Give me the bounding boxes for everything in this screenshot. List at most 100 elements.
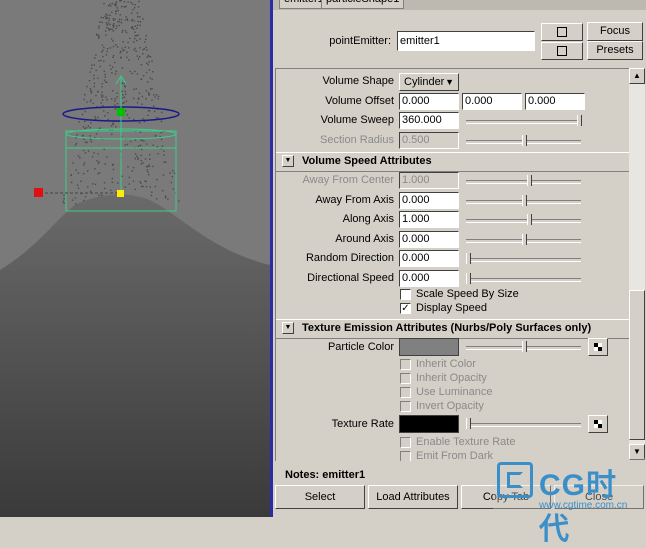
speed-attribute-row: Away From Axis 0.000: [276, 191, 632, 211]
load-input-button[interactable]: [541, 23, 583, 41]
collapse-triangle-icon[interactable]: ▼: [282, 322, 294, 334]
tab-bar: emitter1 particleShape1: [273, 0, 646, 10]
tab-particleshape1[interactable]: particleShape1: [321, 0, 405, 9]
load-output-button[interactable]: [541, 42, 583, 60]
volume-offset-y-field[interactable]: 0.000: [462, 93, 522, 110]
inherit-color-label: Inherit Color: [416, 358, 476, 370]
presets-button[interactable]: Presets: [587, 41, 643, 60]
use-luminance-label: Use Luminance: [416, 386, 493, 398]
emit-from-dark-checkbox: [400, 451, 411, 461]
around-axis-field[interactable]: 0.000: [399, 230, 459, 248]
random-direction-label: Random Direction: [305, 252, 394, 265]
focus-button[interactable]: Focus: [587, 22, 643, 41]
texture-rate-slider[interactable]: [466, 418, 581, 430]
attribute-editor: emitter1 particleShape1 pointEmitter: em…: [273, 0, 646, 517]
map-texture-button[interactable]: [588, 338, 608, 356]
display-speed-label: Display Speed: [416, 302, 487, 314]
scroll-up-arrow-icon[interactable]: ▲: [629, 68, 645, 84]
use-luminance-checkbox: [400, 387, 411, 398]
terrain-surface: [0, 194, 270, 517]
volume-offset-label: Volume Offset: [325, 95, 394, 107]
away-from-axis-label: Away From Axis: [315, 193, 394, 206]
section-radius-row: Section Radius 0.500: [276, 131, 632, 151]
along-axis-slider[interactable]: [466, 214, 581, 226]
speed-attribute-row: Around Axis 0.000: [276, 230, 632, 250]
particle-color-label: Particle Color: [327, 341, 394, 353]
volume-shape-row: Volume Shape Cylinder ▼: [276, 72, 632, 92]
site-watermark: CG时代 www.cgtime.com.cn: [493, 458, 646, 546]
slider-knob[interactable]: [466, 418, 471, 429]
away-from-axis-slider[interactable]: [466, 194, 581, 207]
volume-speed-section-header[interactable]: ▼ Volume Speed Attributes: [276, 152, 632, 172]
inherit-color-checkbox: [400, 359, 411, 370]
emitter-manipulator[interactable]: [34, 75, 180, 212]
section-radius-field: 0.500: [399, 132, 459, 149]
texture-rate-swatch[interactable]: [399, 415, 459, 433]
speed-attribute-row: Random Direction 0.000: [276, 249, 632, 269]
texture-emission-section-header[interactable]: ▼ Texture Emission Attributes (Nurbs/Pol…: [276, 319, 632, 339]
around-axis-slider[interactable]: [466, 233, 581, 246]
speed-attribute-row: Directional Speed 0.000: [276, 269, 632, 289]
display-speed-checkbox[interactable]: ✓: [400, 303, 411, 314]
viewport-scene: [0, 0, 270, 517]
volume-shape-label: Volume Shape: [322, 75, 394, 87]
section-title: Volume Speed Attributes: [302, 155, 432, 167]
volume-shape-value: Cylinder: [404, 76, 445, 88]
invert-opacity-checkbox: [400, 401, 411, 412]
slider-knob[interactable]: [521, 341, 527, 352]
slider-knob[interactable]: [521, 233, 527, 245]
texture-rate-row: Texture Rate: [276, 414, 632, 434]
slider-knob[interactable]: [521, 194, 527, 206]
section-radius-label: Section Radius: [320, 134, 394, 146]
slider-knob[interactable]: [527, 214, 533, 226]
inherit-opacity-checkbox: [400, 373, 411, 384]
along-axis-label: Along Axis: [342, 213, 394, 226]
load-input-icon: [557, 27, 567, 37]
particle-color-swatch[interactable]: [399, 338, 459, 356]
inherit-opacity-label: Inherit Opacity: [416, 372, 487, 384]
particle-color-row: Particle Color: [276, 337, 632, 357]
volume-sweep-field[interactable]: 360.000: [399, 112, 459, 129]
vertical-scrollbar[interactable]: ▲ ▼: [629, 68, 645, 460]
section-radius-slider: [466, 135, 581, 147]
slider-knob: [527, 175, 533, 186]
speed-attribute-row: Away From Center 1.000: [276, 171, 632, 191]
attribute-scroll-area[interactable]: Volume Shape Cylinder ▼ Volume Offset 0.…: [275, 68, 634, 461]
notes-value: emitter1: [322, 469, 366, 481]
scrollbar-thumb[interactable]: [629, 290, 645, 440]
away-from-center-slider: [466, 175, 581, 187]
directional-speed-slider[interactable]: [466, 273, 581, 285]
watermark-url: www.cgtime.com.cn: [539, 500, 628, 511]
load-attributes-button[interactable]: Load Attributes: [368, 485, 458, 509]
volume-sweep-slider[interactable]: [466, 115, 582, 127]
chevron-down-icon: ▼: [445, 77, 454, 87]
map-texture-button[interactable]: [588, 415, 608, 433]
volume-offset-x-field[interactable]: 0.000: [399, 93, 459, 110]
directional-speed-field[interactable]: 0.000: [399, 270, 459, 287]
enable-texture-rate-checkbox: [400, 437, 411, 448]
random-direction-field[interactable]: 0.000: [399, 250, 459, 268]
volume-shape-dropdown[interactable]: Cylinder ▼: [399, 73, 459, 91]
along-axis-field[interactable]: 1.000: [399, 211, 459, 229]
node-name-field[interactable]: emitter1: [397, 31, 535, 51]
slider-knob[interactable]: [466, 253, 471, 265]
random-direction-slider[interactable]: [466, 253, 581, 265]
around-axis-label: Around Axis: [335, 232, 394, 245]
scale-speed-label: Scale Speed By Size: [416, 288, 519, 300]
section-title: Texture Emission Attributes (Nurbs/Poly …: [302, 322, 592, 334]
slider-knob[interactable]: [577, 115, 582, 126]
away-from-center-field: 1.000: [399, 172, 459, 189]
node-row: pointEmitter: emitter1 Focus Presets: [273, 18, 646, 66]
collapse-triangle-icon[interactable]: ▼: [282, 155, 294, 167]
scale-speed-checkbox[interactable]: [400, 289, 411, 300]
away-from-axis-field[interactable]: 0.000: [399, 191, 459, 209]
particle-color-slider[interactable]: [466, 341, 581, 353]
watermark-logo-icon: [497, 462, 533, 498]
viewport-panel[interactable]: [0, 0, 270, 517]
slider-knob[interactable]: [466, 273, 471, 284]
enable-texture-rate-label: Enable Texture Rate: [416, 436, 516, 448]
slider-knob: [521, 135, 527, 146]
volume-offset-z-field[interactable]: 0.000: [525, 93, 585, 110]
load-output-icon: [557, 46, 567, 56]
select-button[interactable]: Select: [275, 485, 365, 509]
